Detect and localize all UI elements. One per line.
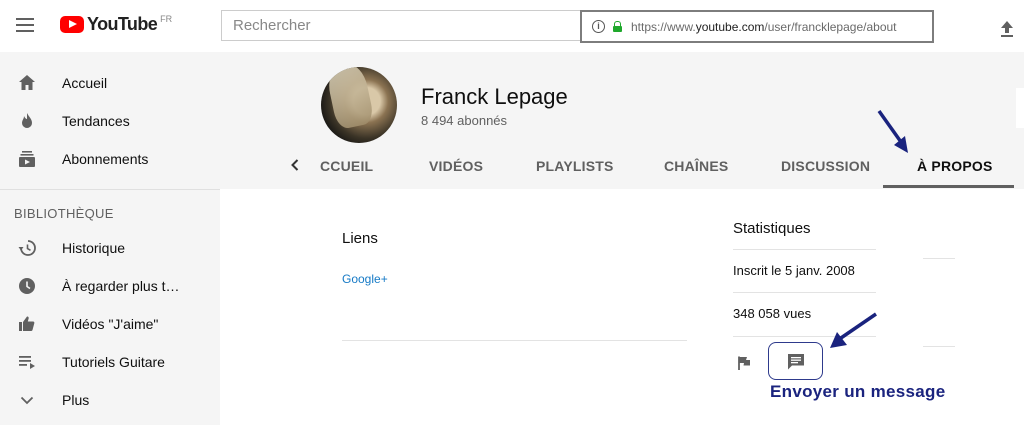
sidebar-divider [0, 189, 220, 190]
sidebar-item-tutoriels-guitare[interactable]: Tutoriels Guitare [0, 343, 220, 381]
link-google-plus[interactable]: Google+ [342, 272, 388, 286]
clock-icon [19, 278, 35, 294]
sidebar-item-abonnements[interactable]: Abonnements [0, 140, 220, 178]
chevron-left-icon[interactable] [287, 157, 303, 173]
menu-icon[interactable] [16, 18, 34, 32]
stats-divider [733, 292, 876, 293]
subscriptions-icon [19, 151, 35, 167]
sidebar-item-tendances[interactable]: Tendances [0, 102, 220, 140]
sidebar-item-liked-videos[interactable]: Vidéos "J'aime" [0, 305, 220, 343]
sidebar-item-label: Plus [62, 392, 90, 408]
sidebar-item-label: Historique [62, 240, 126, 256]
sidebar-item-watch-later[interactable]: À regarder plus t… [0, 267, 220, 305]
channel-name: Franck Lepage [421, 84, 568, 109]
links-divider [342, 340, 687, 341]
view-count: 348 058 vues [733, 306, 812, 321]
annotation-arrow-icon [830, 312, 877, 348]
tab-a-propos[interactable]: À PROPOS [917, 158, 993, 174]
send-message-button[interactable] [768, 342, 823, 380]
tab-discussion[interactable]: DISCUSSION [781, 158, 870, 174]
library-header: BIBLIOTHÈQUE [14, 206, 114, 221]
stats-title: Statistiques [733, 220, 811, 237]
sidebar-item-label: Tutoriels Guitare [62, 354, 165, 370]
message-icon [787, 353, 804, 369]
stats-divider [923, 346, 955, 347]
links-title: Liens [342, 230, 378, 247]
search-input[interactable]: Rechercher [221, 10, 586, 41]
annotation-arrow-icon [877, 109, 908, 153]
subscriber-count: 8 494 abonnés [421, 113, 508, 128]
tab-playlists[interactable]: PLAYLISTS [536, 158, 614, 174]
sidebar-item-label: À regarder plus t… [62, 278, 180, 294]
upload-icon[interactable] [999, 20, 1015, 38]
tab-chaines[interactable]: CHAÎNES [664, 158, 728, 174]
annotation-label: Envoyer un message [770, 382, 946, 401]
stats-divider [923, 258, 955, 259]
joined-date: Inscrit le 5 janv. 2008 [733, 263, 855, 278]
sidebar-item-label: Vidéos "J'aime" [62, 316, 159, 332]
sidebar-item-label: Accueil [62, 75, 108, 91]
top-bar: YouTube FR Rechercher i https://www.yout… [0, 0, 1024, 52]
sidebar-item-accueil[interactable]: Accueil [0, 64, 220, 102]
home-icon [19, 75, 35, 90]
scrollbar[interactable] [1016, 88, 1024, 128]
country-code: FR [160, 14, 173, 24]
info-icon[interactable]: i [592, 20, 605, 33]
tab-accueil[interactable]: CCUEIL [320, 158, 373, 174]
browser-url-bar[interactable]: i https://www.youtube.com/user/francklep… [580, 10, 934, 43]
play-logo-icon [60, 16, 84, 33]
flame-icon [22, 113, 32, 128]
chevron-down-icon [20, 396, 34, 405]
sidebar-item-label: Abonnements [62, 151, 149, 167]
stats-divider [733, 249, 876, 250]
lock-icon [613, 21, 622, 32]
thumbs-up-icon [19, 316, 35, 331]
flag-icon[interactable] [736, 355, 752, 371]
sidebar-item-historique[interactable]: Historique [0, 229, 220, 267]
active-tab-indicator [883, 185, 1014, 188]
channel-avatar[interactable] [321, 67, 397, 143]
tab-videos[interactable]: VIDÉOS [429, 158, 483, 174]
sidebar-item-label: Tendances [62, 113, 130, 129]
playlist-icon [19, 356, 35, 369]
history-icon [18, 240, 36, 256]
url-text[interactable]: https://www.youtube.com/user/francklepag… [631, 20, 897, 34]
logo-wordmark: YouTube [87, 14, 158, 34]
sidebar: Accueil Tendances Abonnements BIBLIOTHÈQ… [0, 52, 220, 425]
sidebar-item-plus[interactable]: Plus [0, 381, 220, 419]
youtube-logo[interactable]: YouTube FR [60, 14, 172, 35]
